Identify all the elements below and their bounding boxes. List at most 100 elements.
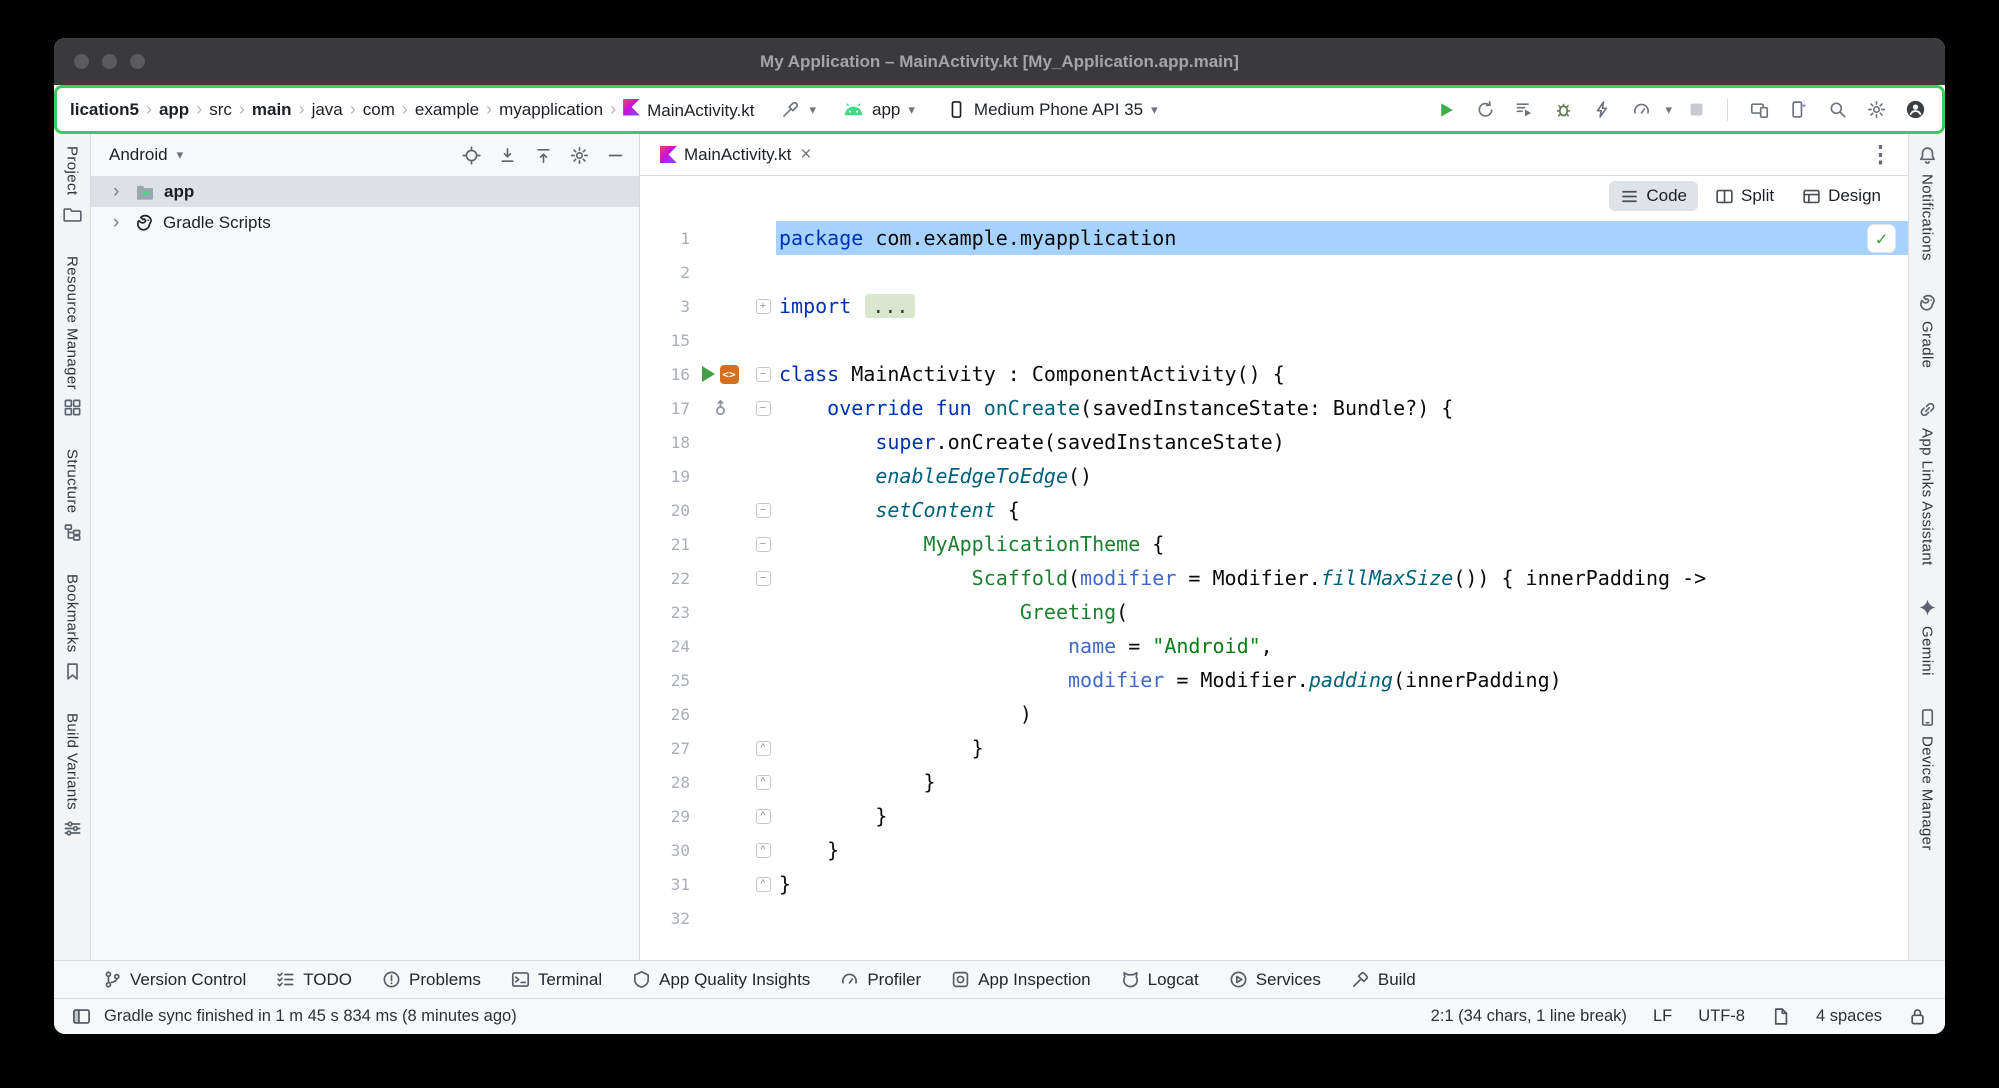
fold-marker-icon[interactable]: ^ [756, 843, 771, 858]
fold-marker-icon[interactable]: − [756, 571, 771, 586]
code-text[interactable]: MyApplicationTheme { [776, 527, 1908, 561]
inspection-status-widget[interactable]: ✓ [1868, 225, 1895, 252]
tool-window-button-resource-manager[interactable]: Resource Manager [63, 256, 82, 418]
view-mode-design[interactable]: Design [1791, 181, 1892, 211]
tool-window-button-profiler[interactable]: Profiler [825, 961, 936, 998]
fold-marker-icon[interactable]: ^ [756, 775, 771, 790]
folded-region-badge[interactable]: ... [865, 294, 915, 318]
settings-button[interactable] [1861, 95, 1891, 125]
line-number[interactable]: 23 [640, 595, 690, 629]
close-tab-icon[interactable]: × [800, 144, 811, 166]
line-separator-widget[interactable]: LF [1653, 1007, 1672, 1026]
code-line[interactable]: 18 super.onCreate(savedInstanceState) [640, 425, 1908, 459]
line-number[interactable]: 2 [640, 255, 690, 289]
search-everywhere-button[interactable] [1822, 95, 1852, 125]
tool-window-button-todo[interactable]: TODO [261, 961, 367, 998]
breadcrumb-item-java[interactable]: java [311, 100, 344, 120]
tool-window-button-logcat[interactable]: Logcat [1106, 961, 1214, 998]
code-text[interactable]: name = "Android", [776, 629, 1908, 663]
select-opened-file-icon[interactable] [462, 146, 481, 165]
encoding-widget[interactable]: UTF-8 [1698, 1007, 1745, 1026]
fold-marker-icon[interactable]: − [756, 367, 771, 382]
line-number[interactable]: 22 [640, 561, 690, 595]
tool-window-button-services[interactable]: Services [1214, 961, 1336, 998]
tool-window-button-app-links-assistant[interactable]: App Links Assistant [1918, 400, 1937, 566]
line-number[interactable]: 28 [640, 765, 690, 799]
tool-window-layout-icon[interactable] [72, 1007, 91, 1026]
code-text[interactable] [776, 323, 1908, 357]
line-number[interactable]: 3 [640, 289, 690, 323]
overriding-method-icon[interactable] [711, 399, 730, 418]
lock-icon[interactable] [1908, 1007, 1927, 1026]
breadcrumb-item-example[interactable]: example [414, 100, 480, 120]
code-line[interactable]: 1 package com.example.myapplication [640, 221, 1908, 255]
caret-position-widget[interactable]: 2:1 (34 chars, 1 line break) [1431, 1007, 1627, 1026]
line-number[interactable]: 19 [640, 459, 690, 493]
code-line[interactable]: 15 [640, 323, 1908, 357]
line-number[interactable]: 18 [640, 425, 690, 459]
fold-marker-icon[interactable]: − [756, 537, 771, 552]
run-line-button[interactable] [702, 366, 715, 382]
code-line[interactable]: 25 modifier = Modifier.padding(innerPadd… [640, 663, 1908, 697]
code-line[interactable]: 2 [640, 255, 1908, 289]
code-text[interactable]: package com.example.myapplication [776, 221, 1908, 255]
code-text[interactable]: super.onCreate(savedInstanceState) [776, 425, 1908, 459]
view-mode-code[interactable]: Code [1609, 181, 1698, 211]
expand-all-icon[interactable] [534, 146, 553, 165]
code-line[interactable]: 26 ) [640, 697, 1908, 731]
code-line[interactable]: 3+import ... [640, 289, 1908, 323]
more-options-icon[interactable]: ⋮ [1869, 141, 1908, 168]
code-text[interactable]: class MainActivity : ComponentActivity()… [776, 357, 1908, 391]
tool-window-button-bookmarks[interactable]: Bookmarks [63, 574, 82, 681]
code-text[interactable]: } [776, 867, 1908, 901]
device-mirroring-button[interactable] [1783, 95, 1813, 125]
line-number[interactable]: 1 [640, 221, 690, 255]
code-text[interactable]: } [776, 765, 1908, 799]
code-line[interactable]: 27^ } [640, 731, 1908, 765]
close-window-button[interactable] [74, 54, 89, 69]
code-text[interactable]: override fun onCreate(savedInstanceState… [776, 391, 1908, 425]
code-text[interactable]: Greeting( [776, 595, 1908, 629]
chevron-right-icon[interactable]: › [113, 212, 126, 234]
line-number[interactable]: 27 [640, 731, 690, 765]
minimize-window-button[interactable] [102, 54, 117, 69]
fold-marker-icon[interactable]: − [756, 401, 771, 416]
zoom-window-button[interactable] [130, 54, 145, 69]
collapse-all-icon[interactable] [498, 146, 517, 165]
tree-item-gradle-scripts[interactable]: ›Gradle Scripts [91, 207, 639, 238]
code-line[interactable]: 20− setContent { [640, 493, 1908, 527]
breadcrumb-item-app[interactable]: app [158, 100, 190, 120]
editor-tab-mainactivity[interactable]: MainActivity.kt × [660, 134, 811, 175]
run-button[interactable] [1431, 95, 1461, 125]
line-number[interactable]: 29 [640, 799, 690, 833]
code-line[interactable]: 17− override fun onCreate(savedInstanceS… [640, 391, 1908, 425]
line-number[interactable]: 31 [640, 867, 690, 901]
line-number[interactable]: 15 [640, 323, 690, 357]
code-line[interactable]: 29^ } [640, 799, 1908, 833]
running-devices-button[interactable] [1744, 95, 1774, 125]
code-text[interactable]: } [776, 833, 1908, 867]
code-text[interactable]: setContent { [776, 493, 1908, 527]
run-configuration-select[interactable]: app ▾ [834, 96, 924, 124]
line-number[interactable]: 20 [640, 493, 690, 527]
code-text[interactable] [776, 901, 1908, 935]
breadcrumb-item-lication5[interactable]: lication5 [69, 100, 140, 120]
fold-marker-icon[interactable]: ^ [756, 809, 771, 824]
code-line[interactable]: 16<>−class MainActivity : ComponentActiv… [640, 357, 1908, 391]
tool-window-button-notifications[interactable]: Notifications [1918, 146, 1937, 261]
tool-window-button-gemini[interactable]: Gemini [1918, 598, 1937, 676]
code-editor[interactable]: 1package com.example.myapplication23+imp… [640, 216, 1908, 960]
titlebar[interactable]: My Application – MainActivity.kt [My_App… [54, 38, 1945, 85]
code-text[interactable]: modifier = Modifier.padding(innerPadding… [776, 663, 1908, 697]
tool-window-button-structure[interactable]: Structure [63, 449, 82, 541]
profile-button[interactable] [1626, 95, 1656, 125]
code-line[interactable]: 28 ^ } [640, 765, 1908, 799]
tool-window-button-app-quality-insights[interactable]: App Quality Insights [617, 961, 825, 998]
code-text[interactable]: ) [776, 697, 1908, 731]
wrench-icon[interactable] [775, 95, 805, 125]
gear-icon[interactable] [570, 146, 589, 165]
line-number[interactable]: 32 [640, 901, 690, 935]
fold-marker-icon[interactable]: + [756, 299, 771, 314]
file-icon[interactable] [1771, 1007, 1790, 1026]
project-view-select[interactable]: Android ▾ [109, 145, 183, 165]
